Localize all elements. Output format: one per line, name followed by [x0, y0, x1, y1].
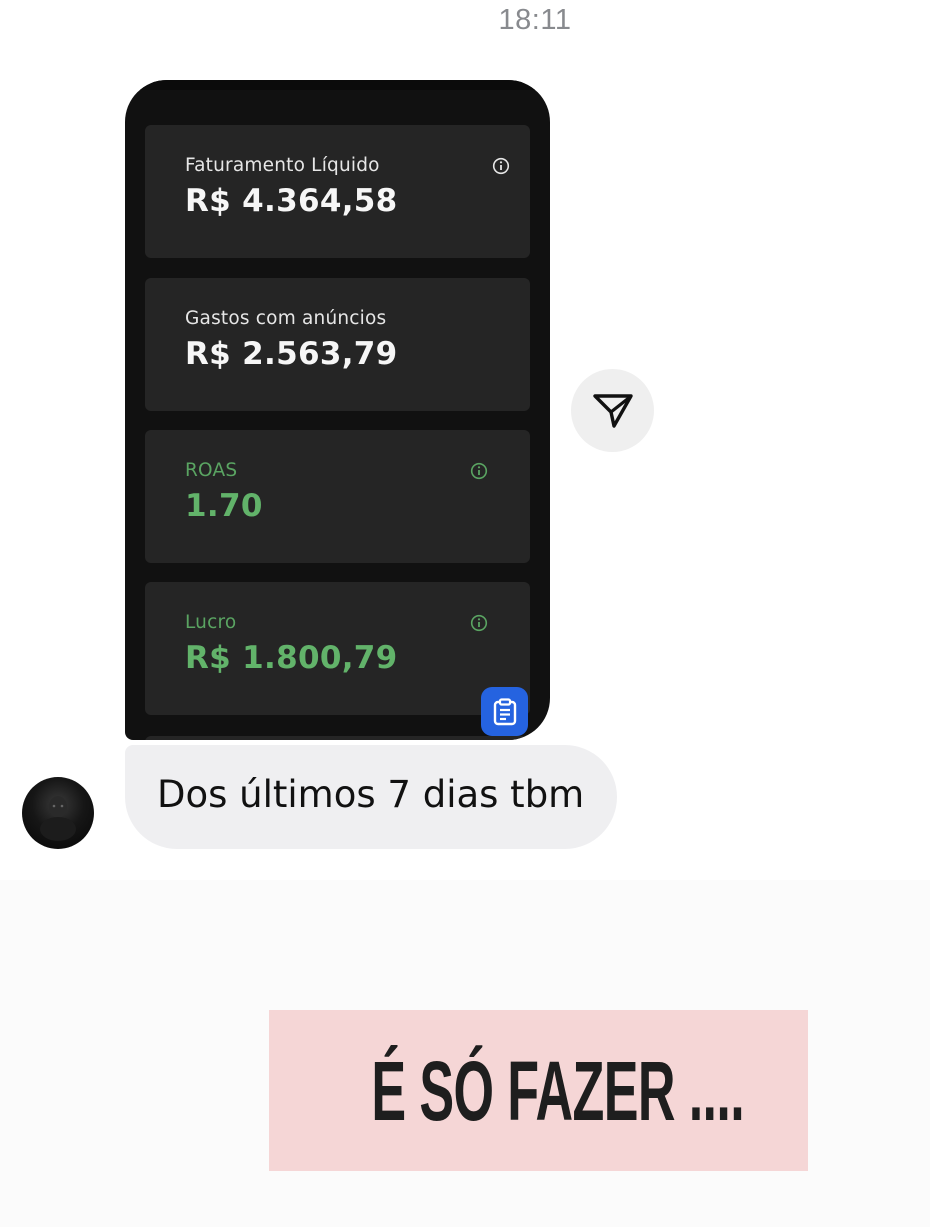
- metric-value: R$ 1.800,79: [185, 640, 398, 676]
- metric-card-partial: [145, 736, 530, 740]
- image-top-band: [125, 80, 550, 90]
- info-icon: [492, 157, 510, 175]
- metric-value: R$ 4.364,58: [185, 183, 398, 219]
- metric-label: Gastos com anúncios: [185, 308, 387, 329]
- avatar-image: [40, 796, 76, 841]
- metric-card-lucro: Lucro R$ 1.800,79: [145, 582, 530, 715]
- metric-value: 1.70: [185, 488, 263, 524]
- send-icon: [592, 393, 633, 428]
- metric-label: Lucro: [185, 612, 237, 633]
- info-icon: [470, 462, 488, 480]
- share-button[interactable]: [571, 369, 654, 452]
- metric-card-gastos: Gastos com anúncios R$ 2.563,79: [145, 278, 530, 411]
- message-timestamp: 18:11: [498, 4, 572, 36]
- metric-card-roas: ROAS 1.70: [145, 430, 530, 563]
- shared-screenshot[interactable]: Faturamento Líquido R$ 4.364,58 Gastos c…: [125, 80, 550, 740]
- metric-card-faturamento: Faturamento Líquido R$ 4.364,58: [145, 125, 530, 258]
- metric-value: R$ 2.563,79: [185, 336, 398, 372]
- metric-label: Faturamento Líquido: [185, 155, 380, 176]
- message-text: Dos últimos 7 dias tbm: [157, 773, 585, 816]
- message-bubble[interactable]: Dos últimos 7 dias tbm: [125, 745, 617, 849]
- info-icon: [470, 614, 488, 632]
- metric-label: ROAS: [185, 460, 238, 481]
- clipboard-button[interactable]: [481, 687, 528, 736]
- caption-box: É SÓ FAZER ....: [269, 1010, 808, 1171]
- clipboard-icon: [493, 697, 516, 725]
- avatar[interactable]: [22, 777, 94, 849]
- caption-text: É SÓ FAZER ....: [371, 1043, 745, 1138]
